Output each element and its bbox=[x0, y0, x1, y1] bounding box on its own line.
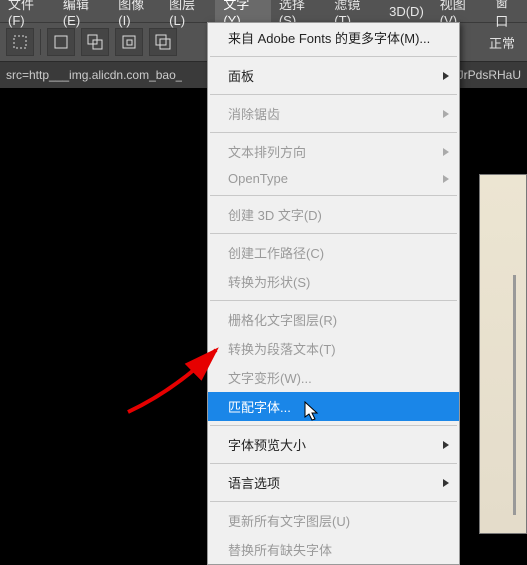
menu-item-label: 匹配字体... bbox=[228, 400, 291, 415]
menu-item: 替换所有缺失字体 bbox=[208, 535, 459, 564]
menu-item: 消除锯齿 bbox=[208, 99, 459, 128]
menu-item-label: 面板 bbox=[228, 69, 254, 84]
menu-item-label: 创建 3D 文字(D) bbox=[228, 208, 322, 223]
menu-item-label: 消除锯齿 bbox=[228, 107, 280, 122]
rect-intersect-icon bbox=[155, 34, 171, 50]
menu-separator bbox=[210, 94, 457, 95]
menu-item[interactable]: 面板 bbox=[208, 61, 459, 90]
menu-separator bbox=[210, 56, 457, 57]
tab-suffix: JrPdsRHaU bbox=[458, 68, 521, 82]
document-tab[interactable]: src=http___img.alicdn.com_bao_ bbox=[6, 68, 182, 82]
menu-separator bbox=[210, 463, 457, 464]
chevron-right-icon bbox=[443, 72, 449, 80]
menu-item: 转换为段落文本(T) bbox=[208, 334, 459, 363]
type-menu-dropdown: 来自 Adobe Fonts 的更多字体(M)... 面板消除锯齿文本排列方向 Op… bbox=[207, 22, 460, 565]
menu-item[interactable]: 语言选项 bbox=[208, 468, 459, 497]
menu-edit[interactable]: 编辑(E) bbox=[55, 0, 110, 30]
menu-separator bbox=[210, 425, 457, 426]
rect-sub-icon bbox=[121, 34, 137, 50]
menu-separator bbox=[210, 501, 457, 502]
menu-item[interactable]: 匹配字体... bbox=[208, 392, 459, 421]
menu-item[interactable]: 来自 Adobe Fonts 的更多字体(M)... bbox=[208, 23, 459, 52]
menubar: 文件(F) 编辑(E) 图像(I) 图层(L) 文字(Y) 选择(S) 滤镜(T… bbox=[0, 0, 527, 22]
tool-icon[interactable] bbox=[6, 28, 34, 56]
menu-window[interactable]: 窗口 bbox=[487, 0, 527, 32]
menu-separator bbox=[210, 195, 457, 196]
menu-item-label: 转换为段落文本(T) bbox=[228, 342, 336, 357]
blend-mode[interactable]: 正常 bbox=[489, 33, 521, 52]
menu-image[interactable]: 图像(I) bbox=[110, 0, 161, 30]
chevron-right-icon bbox=[443, 175, 449, 183]
menu-item-label: 替换所有缺失字体 bbox=[228, 543, 332, 558]
menu-item: OpenType bbox=[208, 166, 459, 191]
marquee-icon bbox=[12, 34, 28, 50]
rect-icon bbox=[53, 34, 69, 50]
menu-separator bbox=[210, 233, 457, 234]
menu-item-label: 更新所有文字图层(U) bbox=[228, 514, 350, 529]
tool-intersect-selection[interactable] bbox=[149, 28, 177, 56]
menu-3d[interactable]: 3D(D) bbox=[381, 2, 432, 21]
chevron-right-icon bbox=[443, 441, 449, 449]
menu-item-label: 转换为形状(S) bbox=[228, 275, 310, 290]
menu-item-label: OpenType bbox=[228, 171, 288, 186]
menu-item-label: 文本排列方向 bbox=[228, 145, 306, 160]
chevron-right-icon bbox=[443, 148, 449, 156]
doc-scratch bbox=[513, 275, 516, 515]
menu-item-label: 语言选项 bbox=[228, 476, 280, 491]
tool-add-selection[interactable] bbox=[81, 28, 109, 56]
tool-new-selection[interactable] bbox=[47, 28, 75, 56]
menu-item: 文本排列方向 bbox=[208, 137, 459, 166]
menu-item-label: 文字变形(W)... bbox=[228, 371, 312, 386]
menu-item-label: 栅格化文字图层(R) bbox=[228, 313, 337, 328]
menu-item-label: 创建工作路径(C) bbox=[228, 246, 324, 261]
tab-label: src=http___img.alicdn.com_bao_ bbox=[6, 68, 182, 82]
menu-item-label: 字体预览大小 bbox=[228, 438, 306, 453]
menu-item-label: 来自 Adobe Fonts 的更多字体(M)... bbox=[228, 31, 430, 46]
menu-item: 创建 3D 文字(D) bbox=[208, 200, 459, 229]
menu-separator bbox=[210, 132, 457, 133]
menu-item: 转换为形状(S) bbox=[208, 267, 459, 296]
chevron-right-icon bbox=[443, 110, 449, 118]
rect-add-icon bbox=[87, 34, 103, 50]
menu-item: 更新所有文字图层(U) bbox=[208, 506, 459, 535]
menu-item: 创建工作路径(C) bbox=[208, 238, 459, 267]
chevron-right-icon bbox=[443, 479, 449, 487]
menu-file[interactable]: 文件(F) bbox=[0, 0, 55, 30]
tool-subtract-selection[interactable] bbox=[115, 28, 143, 56]
separator bbox=[40, 29, 41, 55]
document-preview bbox=[479, 174, 527, 534]
menu-item: 文字变形(W)... bbox=[208, 363, 459, 392]
menu-item: 栅格化文字图层(R) bbox=[208, 305, 459, 334]
menu-item[interactable]: 字体预览大小 bbox=[208, 430, 459, 459]
menu-separator bbox=[210, 300, 457, 301]
